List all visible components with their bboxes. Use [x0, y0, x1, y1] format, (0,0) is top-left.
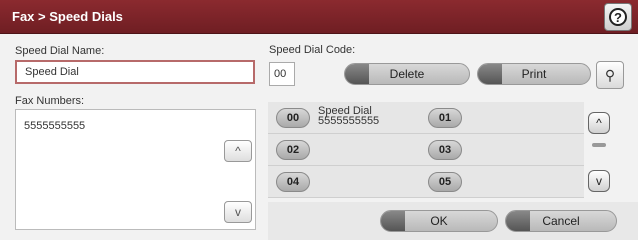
help-button[interactable]: ? — [604, 3, 632, 31]
chevron-down-icon: v — [596, 174, 602, 188]
print-label: Print — [521, 67, 547, 81]
speed-dial-form: Speed Dial Name: Speed Dial Fax Numbers:… — [0, 34, 638, 240]
speed-dial-code-button[interactable]: 01 — [428, 108, 462, 128]
fax-scroll-up-button[interactable]: ^ — [224, 140, 252, 162]
cancel-button-cap — [506, 211, 530, 231]
speed-dial-name-input[interactable]: Speed Dial — [15, 60, 255, 84]
delete-label: Delete — [389, 67, 425, 81]
print-button[interactable]: Print — [477, 63, 591, 85]
speed-dial-code-button[interactable]: 02 — [276, 140, 310, 160]
help-icon: ? — [609, 8, 627, 26]
page-title: Fax > Speed Dials — [12, 9, 123, 24]
speed-dial-name-label: Speed Dial Name: — [15, 45, 105, 57]
title-bar: Fax > Speed Dials ? — [0, 0, 638, 34]
chevron-up-icon: ^ — [235, 144, 241, 158]
delete-button-cap — [345, 64, 369, 84]
search-button[interactable]: ⚲ — [596, 61, 624, 89]
speed-dial-code-button[interactable]: 05 — [428, 172, 462, 192]
ok-button-cap — [381, 211, 405, 231]
chevron-up-icon: ^ — [596, 116, 602, 130]
grid-row: 04 05 — [268, 166, 584, 198]
fax-scroll-down-button[interactable]: v — [224, 201, 252, 223]
grid-row: 02 03 — [268, 134, 584, 166]
grid-scroll-up-button[interactable]: ^ — [588, 112, 610, 134]
cancel-label: Cancel — [542, 214, 580, 228]
grid-row: 00 Speed Dial 5555555555 01 — [268, 102, 584, 134]
ok-button[interactable]: OK — [380, 210, 498, 232]
delete-button[interactable]: Delete — [344, 63, 470, 85]
speed-dial-code-button[interactable]: 04 — [276, 172, 310, 192]
cancel-button[interactable]: Cancel — [505, 210, 617, 232]
speed-dial-code-input[interactable]: 00 — [269, 62, 295, 86]
fax-numbers-list[interactable]: 5555555555 ^ v — [15, 109, 256, 230]
fax-number-item[interactable]: 5555555555 — [24, 120, 85, 132]
speed-dial-grid: 00 Speed Dial 5555555555 01 02 03 04 05 — [268, 102, 584, 198]
speed-dial-code-button[interactable]: 03 — [428, 140, 462, 160]
grid-scroll-indicator — [592, 143, 606, 147]
speed-dial-entry-number[interactable]: 5555555555 — [318, 116, 379, 127]
ok-label: OK — [430, 214, 448, 228]
speed-dial-code-button[interactable]: 00 — [276, 108, 310, 128]
grid-scroll-down-button[interactable]: v — [588, 170, 610, 192]
chevron-down-icon: v — [235, 205, 241, 219]
speed-dial-code-label: Speed Dial Code: — [269, 44, 356, 56]
search-icon: ⚲ — [604, 67, 616, 83]
fax-numbers-label: Fax Numbers: — [15, 95, 85, 107]
print-button-cap — [478, 64, 502, 84]
